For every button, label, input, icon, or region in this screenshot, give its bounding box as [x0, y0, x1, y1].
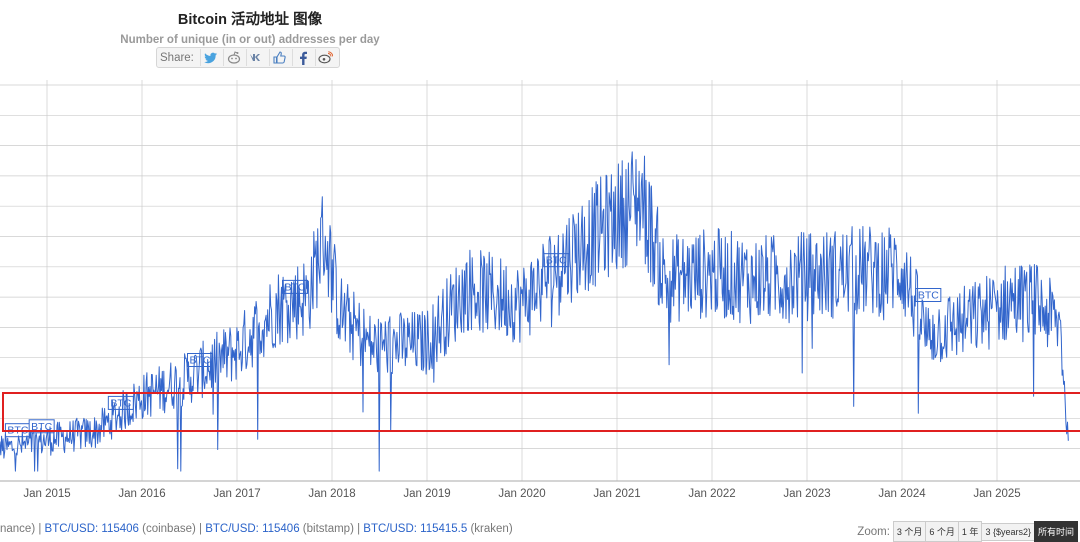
price-link[interactable]: BTC/USD: 115406 — [205, 523, 299, 535]
zoom-button[interactable]: 6 个月 — [925, 521, 959, 542]
x-tick-label: Jan 2017 — [213, 488, 260, 500]
x-tick-label: Jan 2022 — [688, 488, 735, 500]
like-icon[interactable] — [268, 49, 290, 66]
zoom-button[interactable]: 3 {$years2} — [981, 522, 1035, 541]
price-link[interactable]: BTC/USD: 115406 — [45, 523, 139, 535]
x-tick-label: Jan 2020 — [498, 488, 545, 500]
price-ticker-footer: nance) | BTC/USD: 115406 (coinbase) | BT… — [0, 523, 513, 535]
x-tick-label: Jan 2016 — [118, 488, 165, 500]
zoom-button[interactable]: 所有时间 — [1033, 521, 1078, 542]
x-tick-label: Jan 2018 — [308, 488, 355, 500]
facebook-icon[interactable] — [291, 49, 313, 66]
zoom-button[interactable]: 1 年 — [957, 521, 983, 542]
x-tick-label: Jan 2023 — [783, 488, 830, 500]
footer-text: (coinbase) | — [138, 523, 206, 535]
footer-text: (bitstamp) | — [299, 523, 364, 535]
vk-icon[interactable] — [245, 49, 267, 66]
twitter-icon[interactable] — [199, 49, 221, 66]
footer-text: (kraken) — [467, 523, 513, 535]
reddit-icon[interactable] — [222, 49, 244, 66]
footer-text: nance) | — [0, 523, 45, 535]
zoom-controls: Zoom: 3 个月 6 个月 1 年3 {$years2} 所有时间 — [857, 521, 1078, 542]
x-tick-label: Jan 2025 — [973, 488, 1020, 500]
chart-header: Bitcoin 活动地址 图像 Number of unique (in or … — [0, 0, 500, 46]
x-axis-ticks: Jan 2015 Jan 2016 Jan 2017 Jan 2018 Jan 2019… — [23, 488, 1020, 500]
chart-title: Bitcoin 活动地址 图像 — [177, 12, 323, 28]
zoom-label: Zoom: — [857, 525, 890, 538]
btc-flag: BTC — [915, 288, 942, 302]
x-tick-label: Jan 2021 — [593, 488, 640, 500]
price-link[interactable]: BTC/USD: 115415.5 — [363, 523, 467, 535]
share-bar: Share: — [156, 47, 340, 68]
chart-subtitle: Number of unique (in or out) addresses p… — [120, 34, 380, 46]
share-label: Share: — [160, 51, 194, 64]
x-tick-label: Jan 2024 — [878, 488, 926, 500]
btc-flag-label: BTC — [918, 290, 939, 302]
line-chart: BTC BTCBTCBTCBTCBTCBTC Jan 2015 Jan 2016 Ja… — [0, 80, 1080, 500]
x-tick-label: Jan 2019 — [403, 488, 450, 500]
highlight-annotation-box — [2, 392, 1080, 432]
zoom-button[interactable]: 3 个月 — [892, 521, 927, 542]
x-tick-label: Jan 2015 — [23, 488, 70, 500]
weibo-icon[interactable] — [314, 49, 336, 66]
